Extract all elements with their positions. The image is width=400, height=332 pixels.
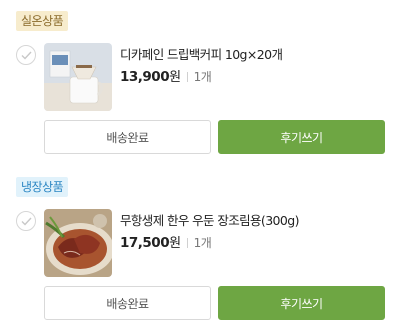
delivery-status-button[interactable]: 배송완료 xyxy=(44,120,211,154)
quantity: 1개 xyxy=(193,70,212,84)
delivery-status-button[interactable]: 배송완료 xyxy=(44,286,211,320)
select-checkbox[interactable] xyxy=(16,45,36,65)
checkmark-icon xyxy=(21,217,32,226)
product-name[interactable]: 디카페인 드립백커피 10g×20개 xyxy=(120,44,283,63)
write-review-button[interactable]: 후기쓰기 xyxy=(218,286,385,320)
checkmark-icon xyxy=(21,51,32,60)
product-thumbnail[interactable] xyxy=(44,43,112,111)
product-thumbnail[interactable] xyxy=(44,209,112,277)
select-checkbox[interactable] xyxy=(16,211,36,231)
price-unit: 원 xyxy=(169,70,181,85)
category-badge: 냉장상품 xyxy=(16,177,69,197)
divider xyxy=(186,72,188,82)
product-name[interactable]: 무항생제 한우 우둔 장조림용(300g) xyxy=(120,210,299,229)
quantity: 1개 xyxy=(193,236,212,250)
category-badge: 실온상품 xyxy=(16,11,69,31)
price: 13,900 xyxy=(120,69,170,85)
price: 17,500 xyxy=(120,235,170,251)
price-row: 17,500원 1개 xyxy=(120,232,212,251)
price-row: 13,900원 1개 xyxy=(120,66,212,85)
divider xyxy=(186,238,188,248)
write-review-button[interactable]: 후기쓰기 xyxy=(218,120,385,154)
price-unit: 원 xyxy=(169,236,181,251)
